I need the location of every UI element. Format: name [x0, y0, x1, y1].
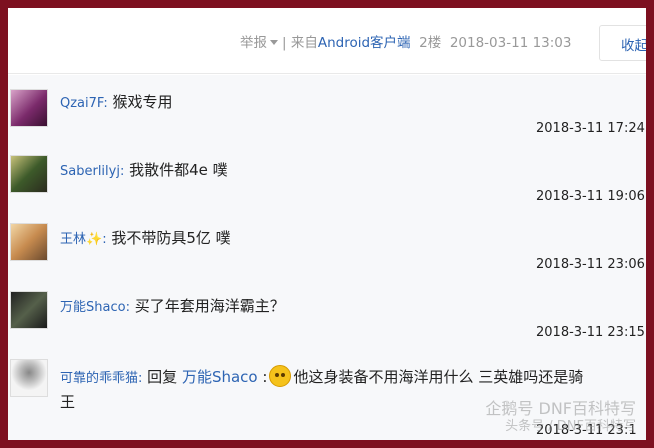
reply-content: 猴戏专用	[107, 93, 173, 111]
sparkle-icon: ✨	[86, 232, 103, 247]
report-label: 举报	[240, 35, 267, 51]
reply-username[interactable]: 王林	[60, 232, 86, 247]
floor-number: 2楼	[419, 35, 442, 51]
reply-content: 我散件都4e 噗	[124, 161, 228, 179]
caret-down-icon	[270, 40, 278, 45]
reply-time: 2018-3-11 23:15	[536, 325, 645, 340]
avatar[interactable]	[10, 359, 48, 397]
post-meta: 举报 | 来自Android客户端 2楼 2018-03-11 13:03	[240, 31, 571, 51]
reply-content-continued: 王	[60, 393, 76, 411]
reply-content: 我不带防具5亿 噗	[106, 229, 231, 247]
reply-time: 2018-3-11 17:24	[536, 121, 645, 136]
reply-time: 2018-3-11 23:06	[536, 257, 645, 272]
avatar[interactable]	[10, 89, 48, 127]
reply-to-colon: :	[257, 368, 268, 386]
reply-content: 他这身装备不用海洋用什么 三英雄吗还是骑	[293, 368, 584, 386]
reply-to-user-link[interactable]: 万能Shaco	[182, 368, 258, 386]
reply-prefix: 回复	[142, 368, 182, 386]
reply-username[interactable]: 万能Shaco	[60, 300, 126, 315]
reply-text: Saberlilyj: 我散件都4e 噗	[60, 159, 228, 180]
watermark-line-2: 头条号 / DNF百科特写	[505, 419, 636, 434]
reply-text: 王林✨: 我不带防具5亿 噗	[60, 227, 231, 248]
collapse-button[interactable]: 收起	[599, 25, 646, 61]
avatar[interactable]	[10, 155, 48, 193]
reply-text: 可靠的乖乖猫: 回复 万能Shaco : 他这身装备不用海洋用什么 三英雄吗还是骑	[60, 365, 583, 387]
avatar[interactable]	[10, 291, 48, 329]
emoji-icon	[269, 365, 292, 387]
reply-content: 买了年套用海洋霸主？	[129, 297, 285, 315]
watermark-line-1: 企鹅号 DNF百科特写	[485, 399, 636, 418]
reply-list: Qzai7F: 猴戏专用 2018-3-11 17:24 Saberlilyj:…	[8, 75, 646, 440]
reply-username[interactable]: Saberlilyj	[60, 164, 120, 179]
reply-username[interactable]: Qzai7F	[60, 96, 103, 111]
post-datetime: 2018-03-11 13:03	[449, 35, 572, 51]
watermark: 企鹅号 DNF百科特写 头条号 / DNF百科特写	[485, 400, 636, 436]
reply-time: 2018-3-11 19:06	[536, 189, 645, 204]
reply-text: 万能Shaco: 买了年套用海洋霸主？	[60, 295, 285, 316]
post-meta-bar: 举报 | 来自Android客户端 2楼 2018-03-11 13:03 收起	[8, 8, 646, 74]
reply-text: Qzai7F: 猴戏专用	[60, 91, 173, 112]
avatar[interactable]	[10, 223, 48, 261]
screenshot-frame: 举报 | 来自Android客户端 2楼 2018-03-11 13:03 收起 …	[8, 8, 646, 440]
source-app-link[interactable]: Android客户端	[318, 35, 411, 51]
reply-username[interactable]: 可靠的乖乖猫	[60, 371, 138, 386]
source-prefix: | 来自	[282, 35, 318, 51]
report-button[interactable]: 举报	[240, 35, 282, 51]
